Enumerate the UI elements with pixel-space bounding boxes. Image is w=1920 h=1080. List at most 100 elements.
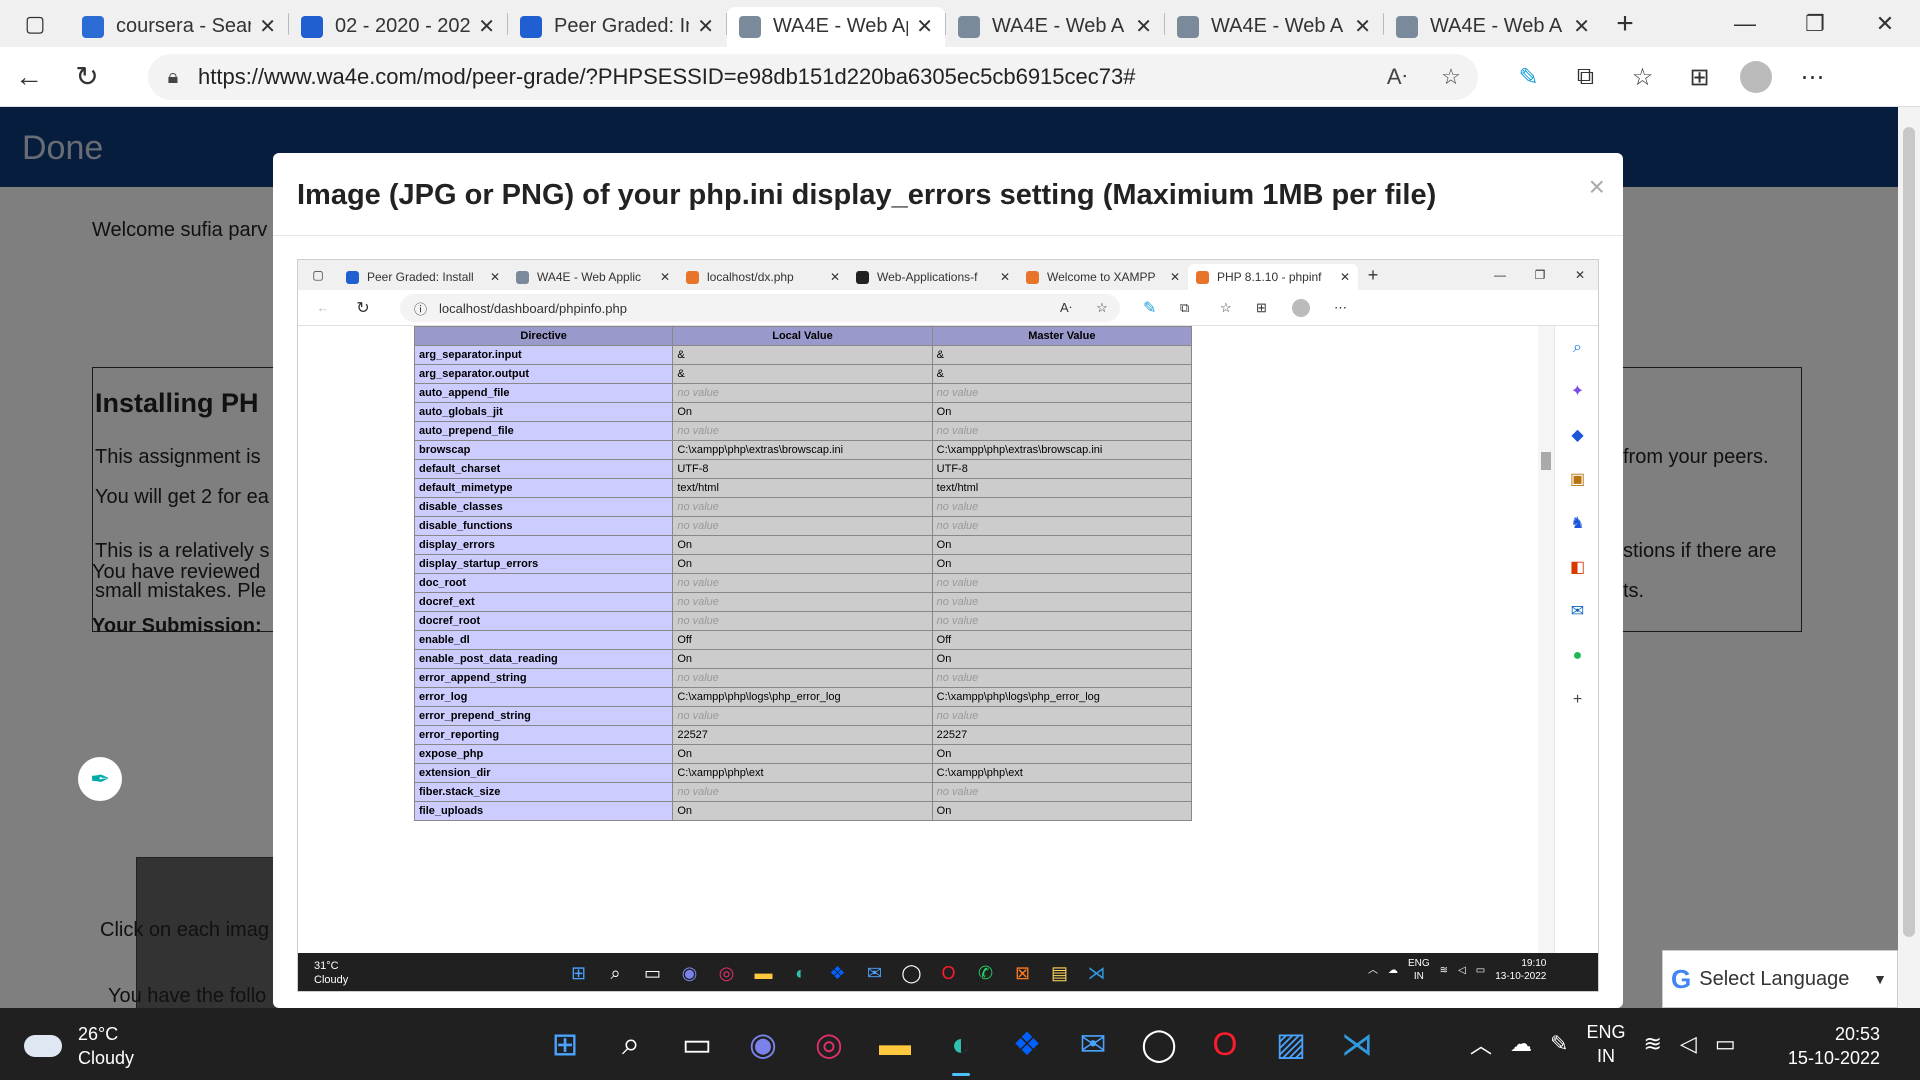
browser-tab[interactable]: WA4E - Web Ap ✕ — [727, 6, 945, 47]
mail-icon[interactable]: ✉ — [1060, 1008, 1126, 1080]
inner-github-icon: ◯ — [901, 962, 922, 983]
master-value-cell: text/html — [931, 478, 1193, 498]
inner-pen-icon: ✎ — [1143, 299, 1157, 317]
inner-tag-icon: ◆ — [1571, 427, 1584, 444]
browser-tab[interactable]: WA4E - Web A ✕ — [946, 7, 1164, 47]
address-bar[interactable]: 🔒︎ https://www.wa4e.com/mod/peer-grade/?… — [148, 54, 1478, 100]
browser-tab[interactable]: 02 - 2020 - 202 ✕ — [289, 7, 507, 47]
feather-icon[interactable]: ✒ — [78, 757, 122, 801]
phpinfo-row: arg_separator.input & & — [413, 345, 1193, 365]
clock[interactable]: 20:53 15-10-2022 — [1788, 1022, 1880, 1070]
close-tab-icon[interactable]: ✕ — [478, 14, 495, 39]
close-tab-icon[interactable]: ✕ — [697, 14, 714, 39]
phpinfo-row: error_prepend_string no value no value — [413, 706, 1193, 726]
inner-address-row: ← ↻ ⓘ localhost/dashboard/phpinfo.php Aᐧ… — [298, 290, 1598, 326]
system-tray: ︿ ☁ ✎ ENG IN ≋ ◁ ▭ — [1470, 1008, 1736, 1080]
browser-tab[interactable]: coursera - Sear ✕ — [70, 7, 288, 47]
inner-sidebar: ⌕ ✦ ◆ ▣ ♞ ◧ ✉ ● + — [1554, 326, 1598, 953]
inner-favorite-icon: ☆ — [1096, 300, 1108, 315]
tab-list: coursera - Sear ✕ 02 - 2020 - 202 ✕ Peer Gra… — [70, 1, 1602, 47]
extension-pen-icon[interactable]: ✎ — [1500, 63, 1557, 92]
master-value-cell: On — [931, 554, 1193, 574]
file-explorer-icon[interactable]: ▬ — [862, 1008, 928, 1080]
close-tab-icon[interactable]: ✕ — [916, 14, 933, 39]
vscode-icon[interactable]: ⋊ — [1324, 1008, 1390, 1080]
weather-temp: 26°C — [78, 1024, 119, 1044]
more-menu-icon[interactable]: ⋯ — [1784, 63, 1841, 92]
inner-explorer-icon: ▬ — [754, 962, 773, 983]
master-value-cell: no value — [931, 611, 1193, 631]
new-tab-button[interactable]: + — [1602, 7, 1648, 41]
inner-tab-title: localhost/dx.php — [707, 270, 794, 284]
browser-tab[interactable]: WA4E - Web A ✕ — [1384, 7, 1602, 47]
close-tab-icon[interactable]: ✕ — [259, 14, 276, 39]
restore-icon[interactable]: ❐ — [1780, 0, 1850, 47]
edge-icon[interactable]: ◐ — [928, 1008, 994, 1080]
master-value-cell: no value — [931, 497, 1193, 517]
inner-opera-icon: O — [941, 962, 956, 983]
profile-avatar[interactable] — [1740, 61, 1772, 93]
github-icon[interactable]: ◯ — [1126, 1008, 1192, 1080]
browser-tab[interactable]: WA4E - Web A ✕ — [1165, 7, 1383, 47]
read-aloud-icon[interactable]: Aᐧ — [1370, 64, 1424, 90]
search-icon[interactable]: ⌕ — [598, 1008, 664, 1080]
modal-close-button[interactable]: × — [1589, 171, 1605, 203]
onedrive-icon[interactable]: ☁ — [1510, 1031, 1532, 1057]
back-icon[interactable]: ← — [0, 61, 58, 93]
task-view-icon[interactable]: ▭ — [664, 1008, 730, 1080]
page-scrollbar[interactable] — [1898, 107, 1920, 1008]
minimize-icon[interactable]: — — [1710, 0, 1780, 47]
local-value-cell: no value — [672, 497, 933, 517]
opera-icon[interactable]: O — [1192, 1008, 1258, 1080]
close-window-icon[interactable]: ✕ — [1850, 0, 1920, 47]
close-tab-icon[interactable]: ✕ — [1354, 14, 1371, 39]
master-value-cell: no value — [931, 782, 1193, 802]
select-language-dropdown[interactable]: G Select Language ▼ — [1662, 950, 1898, 1008]
local-value-cell: 22527 — [672, 725, 933, 745]
add-favorite-icon[interactable]: ☆ — [1424, 64, 1478, 90]
scrollbar-thumb[interactable] — [1903, 127, 1915, 937]
chevron-up-icon[interactable]: ︿ — [1470, 1028, 1492, 1060]
inner-chat-icon: ◉ — [681, 962, 698, 983]
tab-title: WA4E - Web A — [992, 15, 1125, 37]
coursera-icon — [301, 15, 323, 38]
url-text[interactable]: https://www.wa4e.com/mod/peer-grade/?PHP… — [198, 64, 1370, 90]
refresh-icon[interactable]: ↻ — [58, 60, 116, 93]
inner-close-tab-icon: ✕ — [829, 270, 840, 284]
phpinfo-row: enable_dl Off Off — [413, 630, 1193, 650]
instagram-icon[interactable]: ◎ — [796, 1008, 862, 1080]
language-indicator[interactable]: ENG IN — [1586, 1020, 1625, 1068]
favorites-icon[interactable]: ☆ — [1614, 63, 1671, 92]
directive-cell: default_mimetype — [413, 478, 674, 498]
inner-taskview-icon: ▭ — [643, 962, 661, 983]
browser-tab[interactable]: Peer Graded: In ✕ — [508, 7, 726, 47]
weather-widget[interactable]: 26°C Cloudy — [24, 1022, 134, 1070]
battery-icon[interactable]: ▭ — [1715, 1031, 1736, 1057]
close-tab-icon[interactable]: ✕ — [1573, 14, 1590, 39]
master-value-cell: On — [931, 801, 1193, 821]
inner-tab-favicon — [686, 270, 699, 284]
inner-extensions-icon: ⧉ — [1180, 299, 1190, 315]
tab-actions-icon[interactable]: ▢ — [0, 0, 70, 47]
directive-cell: docref_root — [413, 611, 674, 631]
lock-icon[interactable]: 🔒︎ — [148, 66, 198, 89]
volume-icon[interactable]: ◁ — [1680, 1031, 1697, 1057]
directive-cell: auto_prepend_file — [413, 421, 674, 441]
local-value-cell: no value — [672, 782, 933, 802]
collections-icon[interactable]: ⊞ — [1671, 63, 1728, 92]
inner-notepad-icon: ▤ — [1050, 962, 1068, 983]
inner-tab-favicon — [346, 270, 359, 284]
cloud-icon — [24, 1035, 62, 1057]
extensions-icon[interactable]: ⧉ — [1557, 63, 1614, 91]
inner-taskbar: 31°C Cloudy ⊞ ⌕ ▭ ◉ ◎ ▬ ◐ ❖ ✉ ◯ O ✆ ⊠ ▤ … — [298, 953, 1598, 991]
chat-icon[interactable]: ◉ — [730, 1008, 796, 1080]
photos-icon[interactable]: ▨ — [1258, 1008, 1324, 1080]
wifi-icon[interactable]: ≋ — [1643, 1031, 1661, 1057]
dropbox-icon[interactable]: ❖ — [994, 1008, 1060, 1080]
close-tab-icon[interactable]: ✕ — [1135, 14, 1152, 39]
pen-icon[interactable]: ✎ — [1550, 1031, 1568, 1057]
start-icon[interactable]: ⊞ — [532, 1008, 598, 1080]
local-value-cell: C:\xampp\php\ext — [672, 763, 933, 783]
directive-cell: arg_separator.input — [413, 345, 674, 365]
inner-tab-favicon — [1026, 270, 1039, 284]
